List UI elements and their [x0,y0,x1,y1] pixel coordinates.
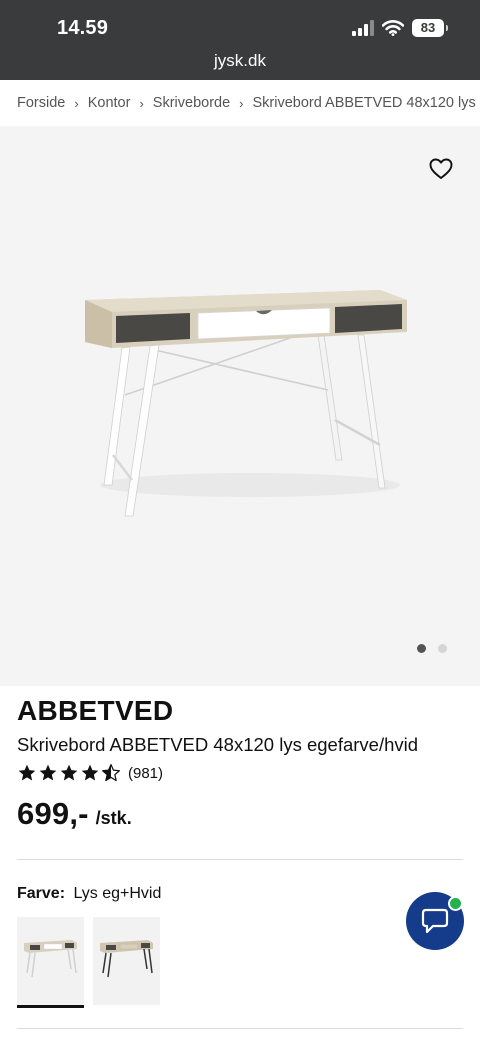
breadcrumb-current: Skrivebord ABBETVED 48x120 lys [252,95,476,111]
divider [17,1028,463,1029]
status-time: 14.59 [57,17,109,39]
chevron-right-icon: › [139,95,144,111]
color-value: Lys eg+Hvid [73,885,162,902]
swatch-desk-black-image [100,940,153,978]
color-swatch-light-oak-black[interactable] [93,917,160,1005]
battery-icon: 83 [412,19,448,37]
star-full-icon [39,764,57,781]
chat-bubble-icon [421,908,449,934]
rating-stars [17,763,121,783]
heart-outline-icon[interactable] [429,158,453,180]
color-label: Farve: [17,885,66,902]
status-bar: 14.59 83 jysk.dk [0,0,480,80]
chevron-right-icon: › [74,95,79,111]
star-half-icon [102,764,120,782]
swatch-desk-white-image [24,940,77,978]
divider [17,859,463,860]
url-bar[interactable]: jysk.dk [0,51,480,71]
breadcrumb-kontor[interactable]: Kontor [88,95,131,111]
signal-icon [352,20,374,36]
chevron-right-icon: › [239,95,244,111]
color-selector-label: Farve: Lys eg+Hvid [17,885,161,903]
gallery-dot[interactable] [438,644,447,653]
status-icons: 83 [352,19,448,37]
star-full-icon [60,764,78,781]
chat-online-indicator [448,896,463,911]
color-swatch-light-oak-white[interactable] [17,917,84,1008]
product-rating[interactable]: (981) [17,763,163,783]
product-image [85,290,407,517]
price-unit: /stk. [95,808,132,828]
gallery-pagination[interactable] [417,644,447,653]
breadcrumb: Forside › Kontor › Skriveborde › Skriveb… [0,80,480,126]
review-count[interactable]: (981) [128,765,163,782]
star-full-icon [81,764,99,781]
product-brand: ABBETVED [17,695,174,726]
breadcrumb-skriveborde[interactable]: Skriveborde [153,95,230,111]
product-price: 699,- /stk. [17,796,132,832]
star-full-icon [18,764,36,781]
wifi-icon [382,20,404,36]
product-name: Skrivebord ABBETVED 48x120 lys egefarve/… [17,734,419,755]
breadcrumb-forside[interactable]: Forside [17,95,65,111]
price-value: 699,- [17,796,89,831]
gallery-dot-active[interactable] [417,644,426,653]
